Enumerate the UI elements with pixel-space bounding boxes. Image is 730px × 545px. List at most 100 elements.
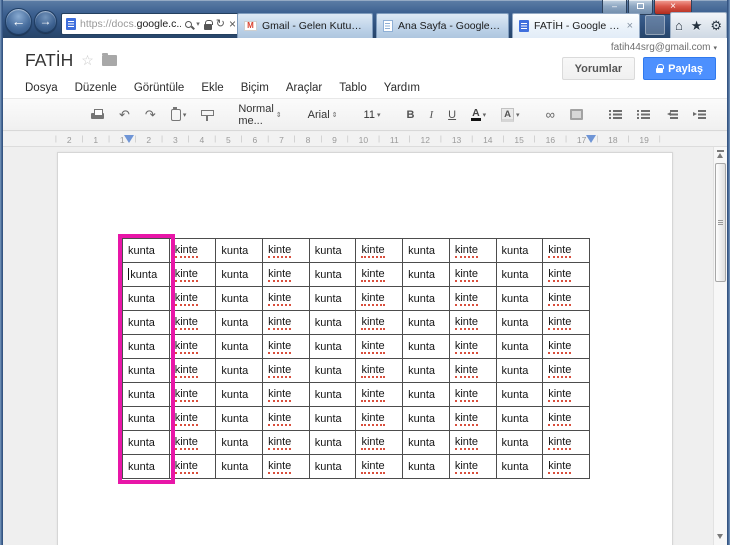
ssl-lock-icon[interactable] [203,19,213,30]
table-cell[interactable]: kinte [355,262,404,287]
new-tab-button[interactable] [645,15,665,35]
table-cell[interactable]: kinte [355,358,404,383]
table-cell[interactable]: kinte [262,358,310,383]
table-cell[interactable]: kinte [355,238,404,263]
indent-button[interactable] [689,106,710,123]
table-cell[interactable]: kunta [495,454,544,479]
document-page[interactable]: kunta kinte kunta kinte kunta kinte kunta kinte… [57,152,673,545]
table-cell[interactable]: kunta [215,406,264,431]
table-cell[interactable]: kinte [168,310,217,335]
table-cell[interactable]: kinte [542,334,590,359]
table-cell[interactable]: kinte [542,286,590,311]
table-cell[interactable]: kunta [402,358,450,383]
table-cell[interactable]: kinte [355,334,404,359]
table-cell[interactable]: kunta [122,358,170,383]
table-cell[interactable]: kunta [402,262,450,287]
table-cell[interactable]: kinte [168,358,217,383]
table-cell[interactable]: kunta [495,238,544,263]
table-cell[interactable]: kinte [262,286,310,311]
table-cell[interactable]: kunta [308,262,357,287]
table-cell[interactable]: kinte [168,262,217,287]
paint-format-button[interactable]: ▾ [167,106,191,124]
table-cell[interactable]: kunta [122,454,170,479]
format-paint-button[interactable] [197,106,216,124]
table-cell[interactable]: kinte [448,286,497,311]
redo-button[interactable]: ↷ [141,105,160,124]
table-cell[interactable]: kunta [402,310,450,335]
table-cell[interactable]: kinte [168,382,217,407]
table-cell[interactable]: kinte [168,454,217,479]
table-cell[interactable]: kinte [542,430,590,455]
table-cell[interactable]: kunta [495,430,544,455]
print-button[interactable] [87,106,108,124]
table-cell[interactable]: kunta [495,406,544,431]
table-cell[interactable]: kunta [308,286,357,311]
table-cell[interactable]: kunta [122,310,170,335]
table-cell[interactable]: kinte [168,238,217,263]
table-cell[interactable]: kunta [215,358,264,383]
table-cell[interactable]: kunta [308,382,357,407]
outdent-button[interactable] [661,106,682,123]
search-dropdown-icon[interactable]: ▾ [196,20,200,28]
table-cell[interactable]: kunta [402,286,450,311]
menu-düzenle[interactable]: Düzenle [75,82,117,94]
table-cell[interactable]: kinte [262,262,310,287]
table-cell[interactable]: kinte [448,310,497,335]
undo-button[interactable]: ↶ [115,105,134,124]
text-color-button[interactable]: A ▾ [467,105,490,124]
table-cell[interactable]: kunta [122,238,170,263]
table-cell[interactable]: kunta [402,430,450,455]
table-cell[interactable]: kinte [168,430,217,455]
table-cell[interactable]: kinte [542,454,590,479]
table-cell[interactable]: kinte [542,382,590,407]
insert-link-button[interactable]: ∞ [542,105,559,124]
table-cell[interactable]: kinte [542,238,590,263]
style-dropdown[interactable]: Normal me... ⇕ [234,100,285,130]
table-cell[interactable]: kunta [495,358,544,383]
search-icon[interactable] [185,20,193,28]
table-cell[interactable]: kinte [168,286,217,311]
table-cell[interactable]: kunta [215,310,264,335]
menu-yardım[interactable]: Yardım [384,82,420,94]
table-cell[interactable]: kunta [122,406,170,431]
table-cell[interactable]: kinte [262,430,310,455]
document-title[interactable]: FATİH [25,50,73,71]
italic-button[interactable]: I [425,106,437,124]
bullet-list-button[interactable] [633,106,654,123]
table-cell[interactable]: kinte [542,262,590,287]
table-cell[interactable]: kunta [122,334,170,359]
folder-icon[interactable] [101,53,117,66]
tab-close-icon[interactable]: × [627,21,633,32]
share-button[interactable]: Paylaş [643,57,716,80]
menu-dosya[interactable]: Dosya [25,82,58,94]
menu-biçim[interactable]: Biçim [241,82,269,94]
table-cell[interactable]: kinte [448,454,497,479]
table-cell[interactable]: kunta [215,430,264,455]
address-bar[interactable]: https://docs.google.c... ▾ ↻ × [61,13,241,35]
scroll-down-icon[interactable] [714,531,727,543]
table-cell[interactable]: kinte [262,334,310,359]
tab-fatih-active[interactable]: FATİH - Google Doküma... × [512,13,640,38]
tab-gmail[interactable]: Gmail - Gelen Kutusu (5) - f... [237,13,373,38]
insert-image-button[interactable] [566,106,587,123]
table-cell[interactable]: kunta [215,238,264,263]
table-cell[interactable]: kunta [308,334,357,359]
tab-ana-sayfa[interactable]: Ana Sayfa - Google Doküm... [376,13,509,38]
table-cell[interactable]: kunta [495,286,544,311]
table-cell[interactable]: kinte [262,310,310,335]
vertical-scrollbar[interactable] [713,147,727,545]
table-cell[interactable]: kunta [308,358,357,383]
table-cell[interactable]: kunta [495,310,544,335]
menu-görüntüle[interactable]: Görüntüle [134,82,185,94]
table-cell[interactable]: kunta [402,382,450,407]
menu-ekle[interactable]: Ekle [201,82,223,94]
table-cell[interactable]: kinte [448,382,497,407]
table-cell[interactable]: kinte [542,406,590,431]
table-cell[interactable]: kunta [215,334,264,359]
table-cell[interactable]: kunta [495,382,544,407]
comments-button[interactable]: Yorumlar [561,57,636,80]
table-cell[interactable]: kinte [448,238,497,263]
table-cell[interactable]: kunta [122,382,170,407]
table-cell[interactable]: kunta [122,286,170,311]
table-cell[interactable]: kinte [448,358,497,383]
